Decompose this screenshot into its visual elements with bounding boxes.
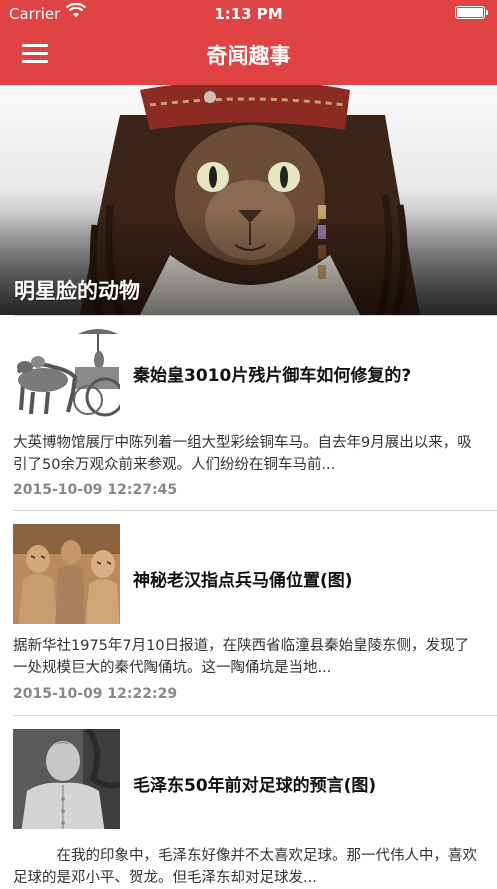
article-summary: 据新华社1975年7月10日报道，在陕西省临潼县秦始皇陵东侧，发现了一处规模巨大… (13, 638, 470, 676)
page-title: 奇闻趣事 (206, 44, 291, 68)
banner-slide[interactable]: 明星脸的动物 (0, 85, 497, 315)
article-item[interactable]: 毛泽东50年前对足球的预言(图) 在我的印象中，毛泽东好像并不太喜欢足球。那一代… (0, 715, 497, 886)
status-time: 1:13 PM (214, 5, 283, 23)
article-title: 秦始皇3010片残片御车如何修复的? (133, 366, 412, 386)
article-title: 毛泽东50年前对足球的预言(图) (133, 776, 377, 796)
article-summary: 大英博物馆展厅中陈列着一组大型彩绘铜车马。自去年9月展出以来，吸引了50余万观众… (13, 435, 472, 473)
article-thumbnail (13, 729, 120, 829)
bronze-chariot-image (13, 322, 120, 422)
article-title: 神秘老汉指点兵马俑位置(图) (133, 571, 353, 591)
portrait-photo-image (13, 729, 120, 829)
article-thumbnail (13, 524, 120, 624)
article-item[interactable]: 秦始皇3010片残片御车如何修复的? 大英博物馆展厅中陈列着一组大型彩绘铜车马。… (0, 315, 497, 520)
status-bar: Carrier 1:13 PM (0, 0, 497, 28)
article-date: 2015-10-09 12:27:45 (13, 482, 178, 498)
article-thumbnail (13, 322, 120, 422)
divider (13, 510, 497, 511)
article-date: 2015-10-09 12:22:29 (13, 686, 178, 702)
divider (13, 715, 497, 716)
article-summary: 在我的印象中，毛泽东好像并不太喜欢足球。那一代伟人中，喜欢足球的是邓小平、贺龙。… (13, 848, 477, 886)
battery-icon (455, 6, 488, 19)
app-header: Carrier 1:13 PM 奇闻趣事 (0, 0, 497, 85)
article-item[interactable]: 神秘老汉指点兵马俑位置(图) 据新华社1975年7月10日报道，在陕西省临潼县秦… (0, 510, 497, 715)
banner-caption: 明星脸的动物 (14, 279, 140, 303)
terracotta-warriors-image (13, 524, 120, 624)
divider (13, 315, 497, 316)
